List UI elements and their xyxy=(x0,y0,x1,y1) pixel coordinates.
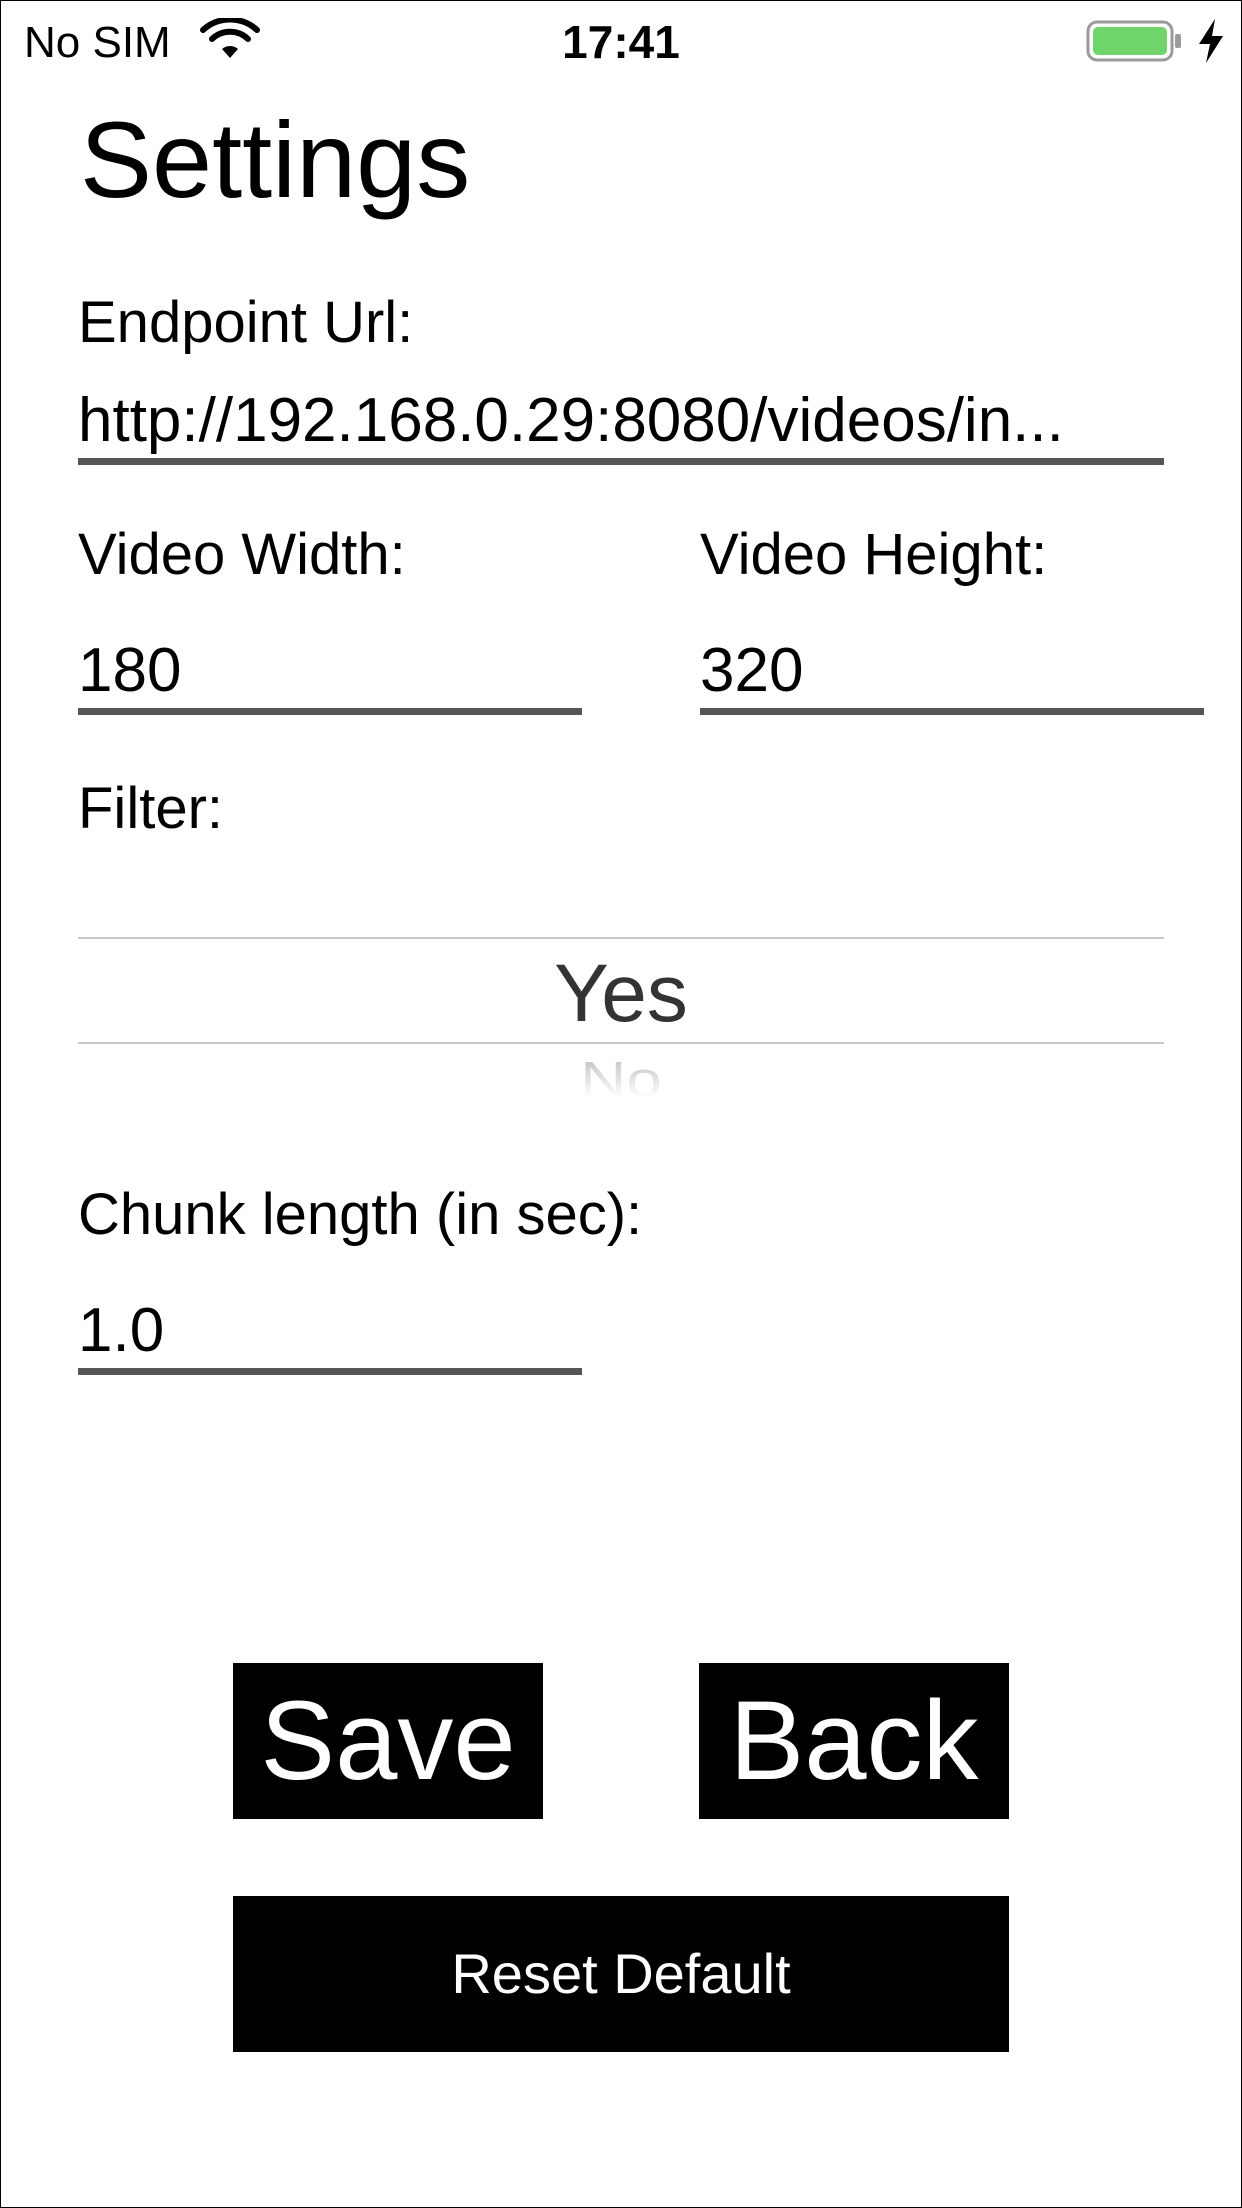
charging-bolt-icon xyxy=(1199,19,1223,63)
filter-label: Filter: xyxy=(78,776,223,841)
battery-icon xyxy=(1086,20,1181,62)
video-height-label: Video Height: xyxy=(700,522,1048,587)
chunk-length-value: 1.0 xyxy=(78,1296,165,1365)
clock-time: 17:41 xyxy=(562,16,680,68)
reset-default-button[interactable]: Reset Default xyxy=(233,1896,1009,2052)
status-bar: No SIM 17:41 xyxy=(0,0,1242,84)
chunk-length-label: Chunk length (in sec): xyxy=(78,1182,643,1247)
page-title: Settings xyxy=(80,99,471,220)
picker-option-no[interactable]: No xyxy=(78,1048,1164,1110)
filter-picker[interactable]: Yes No xyxy=(78,880,1164,1120)
picker-selection-bottom-line xyxy=(78,1042,1164,1044)
picker-selection-top-line xyxy=(78,937,1164,939)
endpoint-url-label: Endpoint Url: xyxy=(78,290,414,355)
video-width-label: Video Width: xyxy=(78,522,406,587)
endpoint-url-field[interactable]: http://192.168.0.29:8080/videos/in... xyxy=(78,386,1164,465)
save-button[interactable]: Save xyxy=(233,1663,543,1819)
back-button[interactable]: Back xyxy=(699,1663,1009,1819)
video-height-field[interactable]: 320 xyxy=(700,636,1204,715)
video-height-value: 320 xyxy=(700,636,804,705)
picker-option-yes[interactable]: Yes xyxy=(78,946,1164,1042)
video-width-value: 180 xyxy=(78,636,182,705)
chunk-length-field[interactable]: 1.0 xyxy=(78,1296,582,1375)
video-width-field[interactable]: 180 xyxy=(78,636,582,715)
endpoint-url-value: http://192.168.0.29:8080/videos/in... xyxy=(78,386,1064,455)
